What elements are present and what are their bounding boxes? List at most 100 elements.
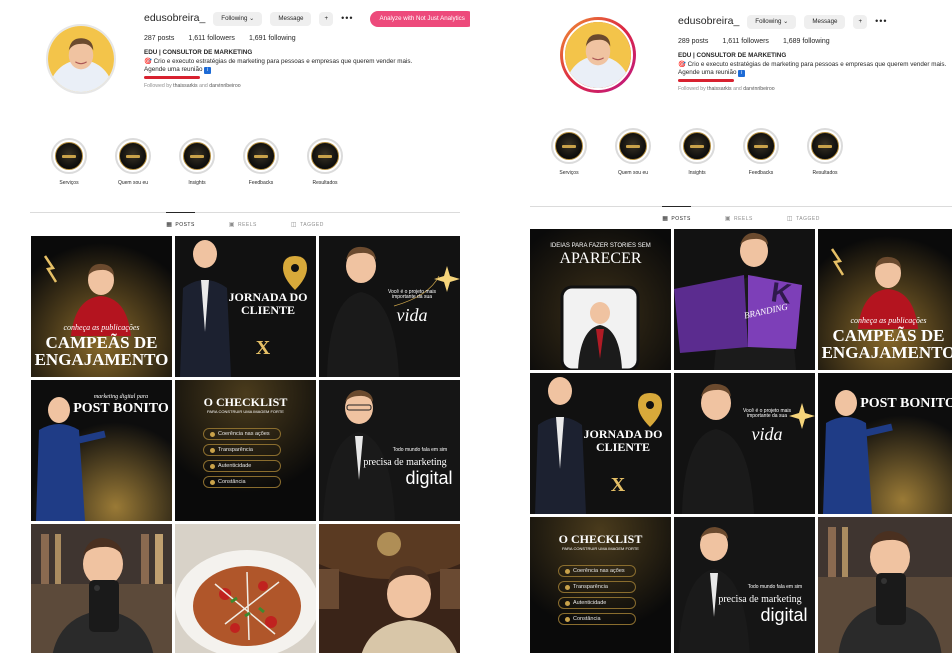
post-caption-small: IDEIAS PARA FAZER STORIES SEM: [550, 243, 651, 249]
following-label: Following: [221, 14, 248, 22]
tab-posts[interactable]: ▦ POSTS: [662, 206, 691, 222]
checklist-item: Coerência nas ações: [558, 565, 636, 577]
post-caption-large: O CHECKLIST: [558, 532, 643, 546]
highlight-feedbacks[interactable]: Feedbacks: [742, 128, 780, 176]
post-caption-large: digital: [405, 468, 453, 488]
highlight-feedbacks[interactable]: Feedbacks: [242, 138, 280, 186]
bullet-icon: [210, 431, 215, 437]
highlight-cover-icon: [183, 142, 211, 170]
post-caption-large: vida: [751, 424, 783, 444]
post-tile[interactable]: K BRANDING: [674, 229, 815, 370]
message-button[interactable]: Message: [270, 11, 312, 27]
grid-icon: ▦: [662, 216, 669, 222]
post-tile[interactable]: Você é o projeto mais importante da sua …: [674, 373, 815, 514]
post-tile[interactable]: Você é o projeto mais importante da sua …: [319, 236, 460, 377]
tab-reels[interactable]: ▣ REELS: [724, 207, 753, 223]
bio-cta[interactable]: Agende uma reunião i: [144, 66, 464, 75]
post-caption-x: X: [255, 337, 271, 359]
post-caption-medium: precisa de marketing: [718, 594, 802, 605]
post-tile[interactable]: IDEIAS PARA FAZER STORIES SEM APARECER: [530, 229, 671, 370]
followed-name-2: darvinribeiroo: [743, 85, 775, 92]
post-caption-large: JORNADA DO: [583, 427, 663, 441]
checklist-item: Constância: [203, 476, 281, 488]
add-user-button[interactable]: +: [319, 11, 334, 27]
tab-tagged[interactable]: ◫ TAGGED: [787, 207, 820, 223]
highlight-cover-icon: [747, 132, 775, 160]
highlight-cover-icon: [683, 132, 711, 160]
post-caption-large: CAMPEÃS DE: [832, 326, 945, 345]
post-tile[interactable]: [319, 524, 460, 653]
post-caption-large: O CHECKLIST: [203, 395, 288, 409]
post-tile[interactable]: JORNADA DO CLIENTE X: [175, 236, 316, 377]
profile-username: edusobreira_: [144, 12, 206, 25]
highlight-insights[interactable]: Insights: [678, 128, 716, 176]
post-caption-large: vida: [396, 305, 428, 325]
tab-label: REELS: [733, 215, 753, 222]
followers-count[interactable]: 1,611 followers: [188, 34, 235, 43]
chevron-down-icon: ⌄: [249, 14, 255, 22]
post-tile[interactable]: O CHECKLIST PARA CONSTRUIR UMA IMAGEM FO…: [530, 517, 671, 653]
post-tile[interactable]: O CHECKLIST PARA CONSTRUIR UMA IMAGEM FO…: [175, 380, 316, 521]
highlight-servicos[interactable]: Serviços: [50, 138, 88, 186]
profile-header-row: edusobreira_ Following ⌄ Message + •••: [678, 13, 952, 31]
highlight-resultados[interactable]: Resultados: [306, 138, 344, 186]
highlight-ring: [743, 128, 779, 164]
reels-icon: ▣: [724, 216, 731, 222]
bio-cta[interactable]: Agende uma reunião i: [678, 69, 952, 78]
following-count[interactable]: 1,691 following: [249, 34, 296, 43]
post-tile[interactable]: conheça as publicações CAMPEÃS DE ENGAJA…: [31, 236, 172, 377]
post-tile[interactable]: [175, 524, 316, 653]
bio-name: EDU | CONSULTOR DE MARKETING: [678, 52, 787, 60]
post-tile[interactable]: Todo mundo fala em sim precisa de market…: [319, 380, 460, 521]
profile-username: edusobreira_: [678, 15, 740, 28]
post-selfie-image: [818, 517, 952, 653]
more-options-icon[interactable]: •••: [341, 13, 353, 25]
highlight-insights[interactable]: Insights: [178, 138, 216, 186]
followed-by[interactable]: Followed by thaissarkis and darvinribeir…: [678, 86, 952, 93]
profile-tabs: ▦ POSTS ▣ REELS ◫ TAGGED: [30, 212, 460, 228]
profile-bio: EDU | CONSULTOR DE MARKETING 🎯 Crio e ex…: [144, 49, 464, 79]
followers-count[interactable]: 1,611 followers: [722, 37, 769, 46]
tagged-icon: ◫: [290, 222, 298, 228]
tab-reels[interactable]: ▣ REELS: [229, 213, 257, 229]
comparison-screenshot: edusobreira_ Following ⌄ Message + ••• A…: [0, 0, 952, 653]
post-caption-large-2: CLIENTE: [595, 440, 651, 454]
post-caption-large: digital: [760, 605, 808, 625]
highlight-servicos[interactable]: Serviços: [550, 128, 588, 176]
analyze-button[interactable]: Analyze with Not Just Analytics: [369, 10, 470, 28]
profile-avatar[interactable]: [46, 24, 116, 94]
post-tile[interactable]: marketing digital para POST BONITO: [31, 380, 172, 521]
following-count[interactable]: 1,689 following: [783, 37, 830, 46]
post-tile[interactable]: conheça as publicações CAMPEÃS DE ENGAJA…: [818, 229, 952, 370]
post-theater-image: [319, 524, 460, 653]
followed-prefix: Followed by: [144, 82, 172, 89]
info-icon: i: [738, 70, 746, 78]
followed-by[interactable]: Followed by thaissarkis and darvinribeir…: [144, 83, 464, 90]
highlights-row: Serviços Quem sou eu Insights Feedbacks …: [550, 128, 844, 176]
highlight-resultados[interactable]: Resultados: [806, 128, 844, 176]
highlight-ring: [179, 138, 215, 174]
post-tile[interactable]: [818, 517, 952, 653]
profile-avatar-with-story-ring[interactable]: [560, 17, 636, 93]
highlight-quem-sou-eu[interactable]: Quem sou eu: [614, 128, 652, 176]
profile-info: edusobreira_ Following ⌄ Message + ••• A…: [144, 10, 470, 90]
highlight-quem-sou-eu[interactable]: Quem sou eu: [114, 138, 152, 186]
following-button[interactable]: Following ⌄: [213, 11, 263, 27]
more-options-icon[interactable]: •••: [875, 16, 887, 28]
highlight-ring: [115, 138, 151, 174]
checklist-item-text: Constância: [573, 616, 601, 622]
avatar-photo: [565, 22, 631, 88]
highlight-cover-icon: [619, 132, 647, 160]
tab-tagged[interactable]: ◫ TAGGED: [290, 213, 324, 229]
following-button[interactable]: Following ⌄: [747, 14, 797, 30]
bio-line: 🎯 Crio e executo estratégias de marketin…: [678, 60, 947, 68]
post-tile[interactable]: JORNADA DO CLIENTE X: [530, 373, 671, 514]
add-user-button[interactable]: +: [853, 14, 868, 30]
message-button[interactable]: Message: [804, 14, 846, 30]
tab-posts[interactable]: ▦ POSTS: [166, 212, 195, 228]
post-tile[interactable]: POST BONITO: [818, 373, 952, 514]
post-tile[interactable]: [31, 524, 172, 653]
post-caption-large: JORNADA DO: [228, 290, 308, 304]
post-caption-large-2: CLIENTE: [240, 303, 296, 317]
post-tile[interactable]: Todo mundo fala em sim precisa de market…: [674, 517, 815, 653]
